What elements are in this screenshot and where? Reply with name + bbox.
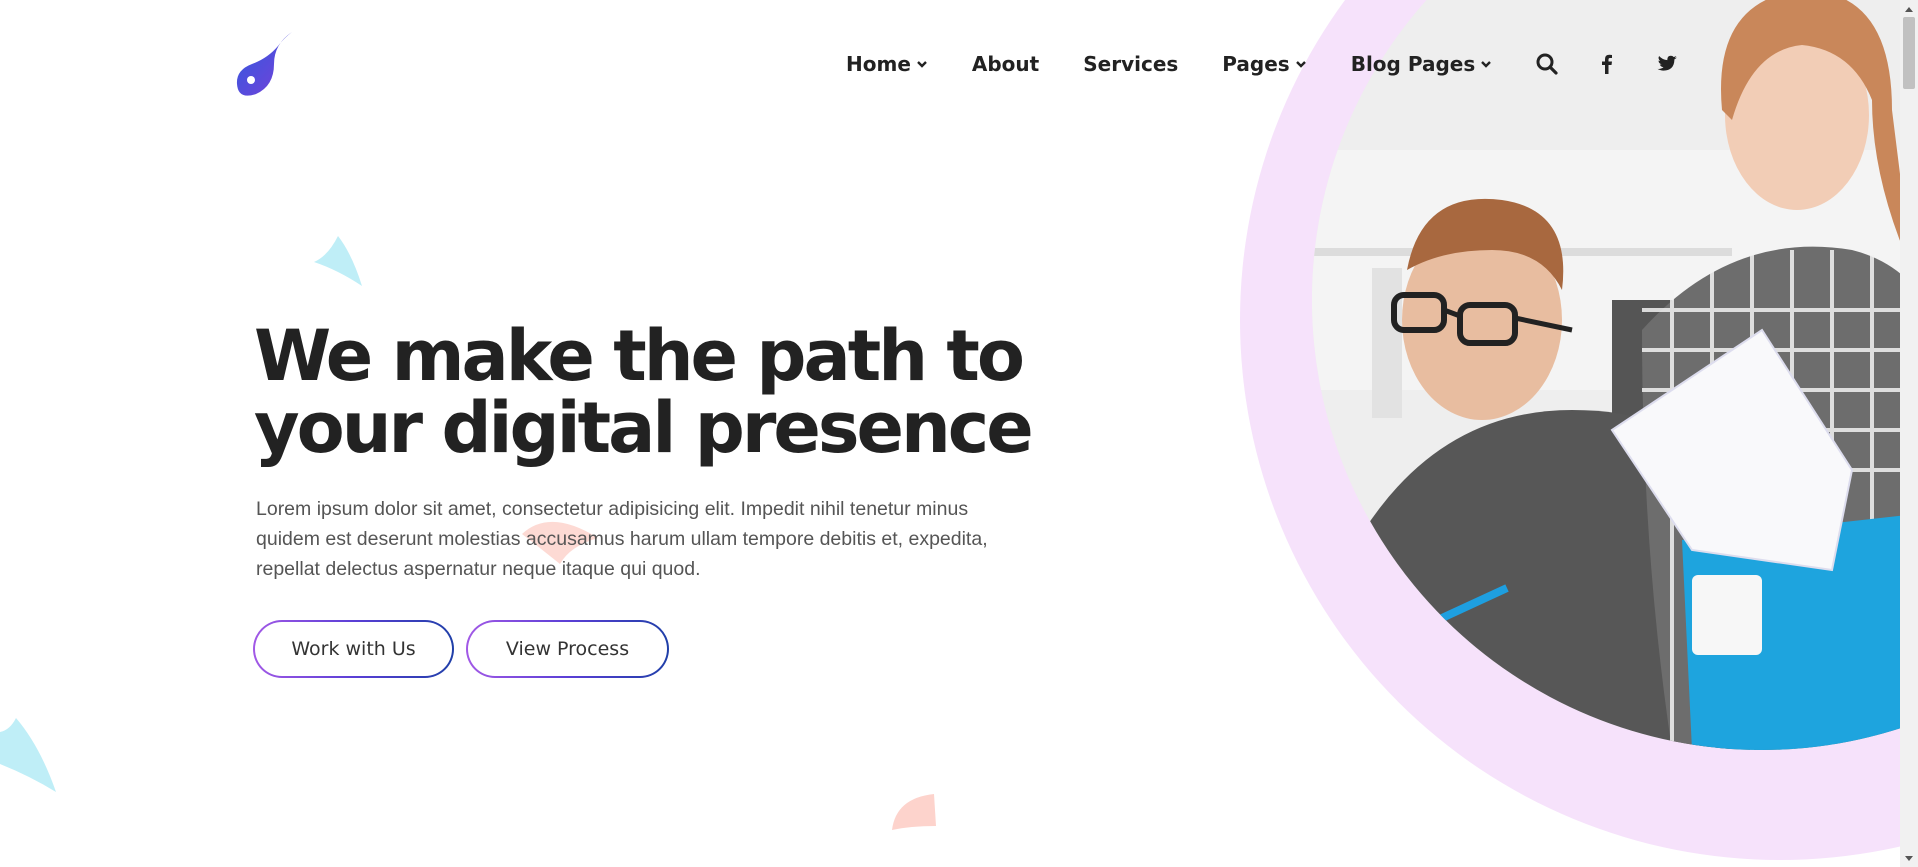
nav-item-blog-pages[interactable]: Blog Pages (1351, 52, 1493, 76)
search-icon[interactable] (1536, 53, 1558, 75)
hero-title-line: your digital presence (254, 387, 1034, 469)
chevron-down-icon (1481, 61, 1492, 68)
scrollbar-thumb[interactable] (1903, 17, 1915, 89)
page-scrollbar[interactable] (1900, 0, 1918, 867)
button-label: View Process (468, 622, 667, 676)
nav-item-label: Blog Pages (1350, 52, 1476, 76)
nav-item-services[interactable]: Services (1083, 52, 1178, 76)
button-label: Work with Us (255, 622, 452, 676)
nav-item-about[interactable]: About (972, 52, 1039, 76)
hero-description: Lorem ipsum dolor sit amet, consectetur … (256, 498, 988, 580)
brand-logo-icon[interactable] (234, 30, 294, 98)
nav-item-label: Home (846, 52, 911, 76)
chevron-down-icon (917, 61, 927, 68)
nav-item-home[interactable]: Home (846, 52, 928, 76)
scroll-down-arrow-icon[interactable] (1900, 850, 1918, 867)
work-with-us-button[interactable]: Work with Us (253, 620, 454, 678)
view-process-button[interactable]: View Process (466, 620, 669, 678)
cyan-leaf-shape (0, 718, 56, 792)
main-nav: Home About Services Pages Blog Pages (846, 48, 1678, 80)
peach-leaf-shape (892, 794, 936, 830)
chevron-down-icon (1295, 61, 1306, 68)
cyan-leaf-shape (314, 236, 362, 286)
nav-item-label: About (971, 52, 1040, 76)
scroll-up-arrow-icon[interactable] (1900, 0, 1918, 17)
hero-title: We make the path to your digital presenc… (254, 320, 1034, 464)
nav-item-label: Services (1083, 52, 1179, 76)
nav-item-label: Pages (1222, 52, 1290, 76)
facebook-icon[interactable] (1596, 53, 1618, 75)
hero-title-line: We make the path to (254, 315, 1025, 397)
landing-page: Home About Services Pages Blog Pages We … (0, 0, 1918, 867)
twitter-icon[interactable] (1656, 53, 1678, 75)
nav-item-pages[interactable]: Pages (1222, 52, 1306, 76)
